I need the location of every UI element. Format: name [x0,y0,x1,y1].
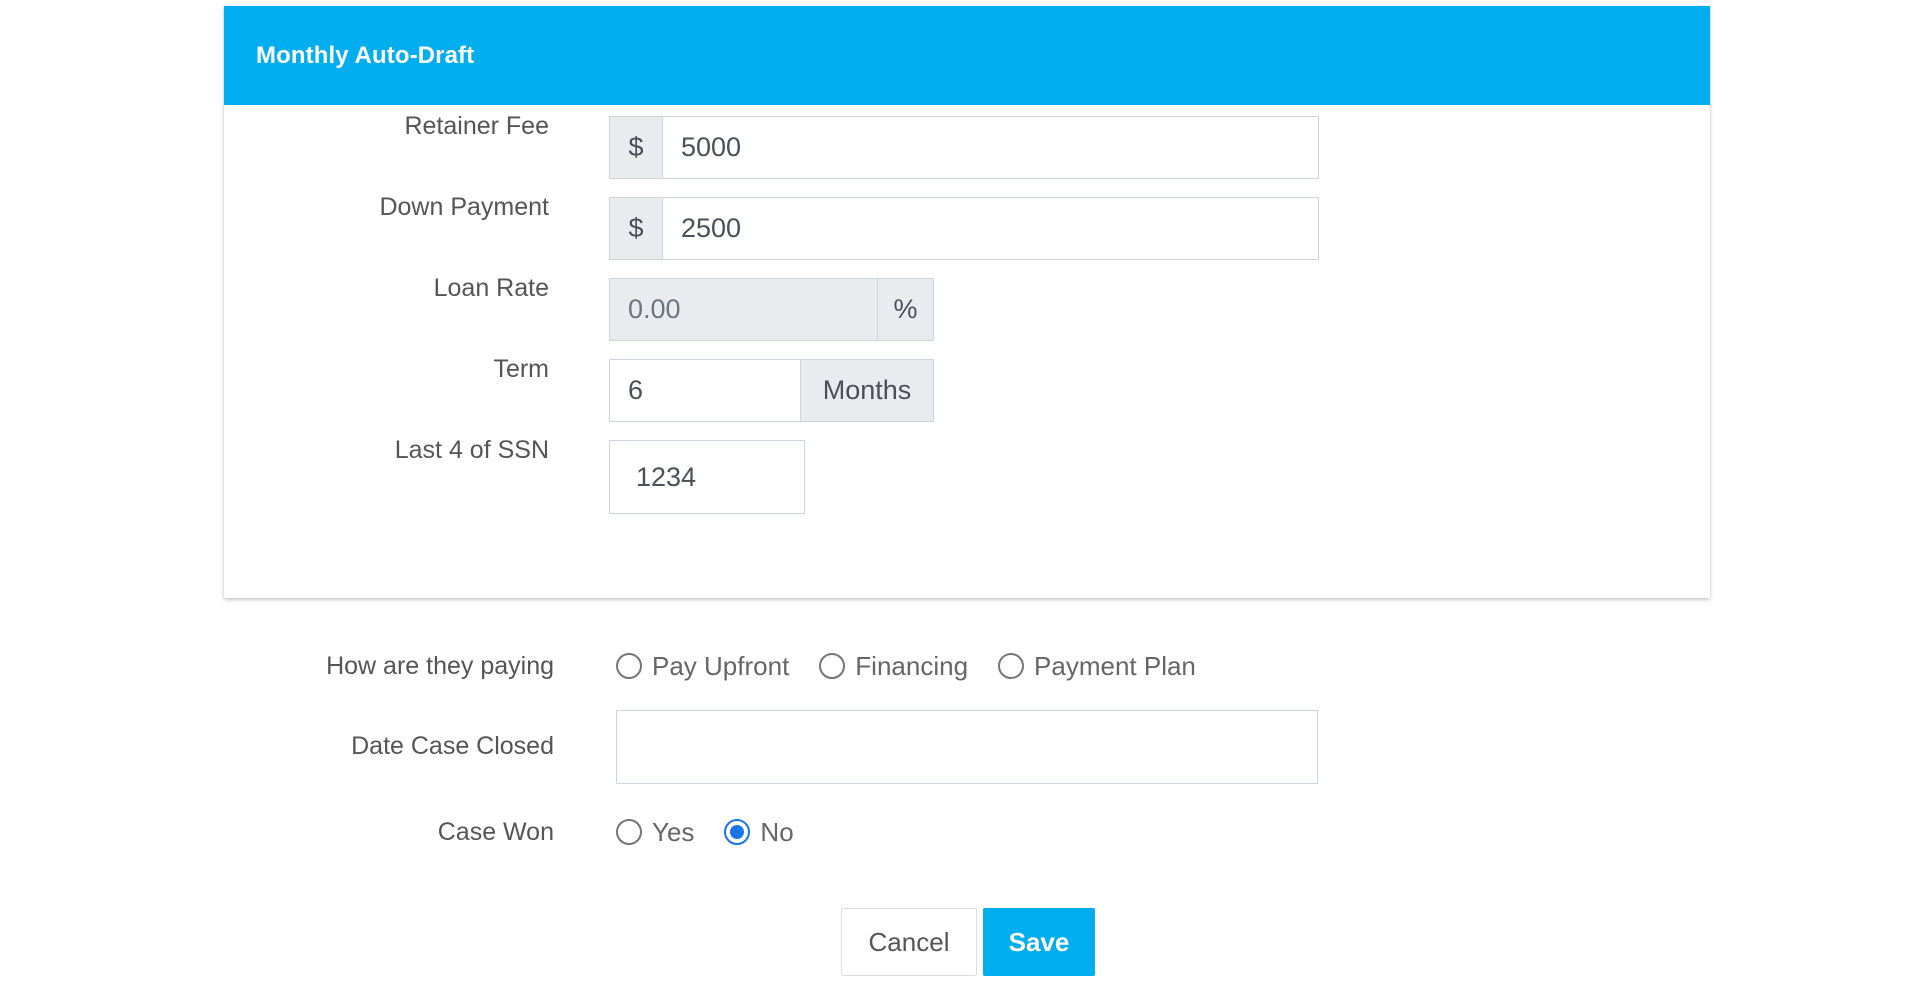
radio-label: Financing [855,650,969,681]
radio-label: No [760,816,794,847]
radio-circle[interactable] [819,653,846,679]
radio-circle[interactable] [998,653,1025,679]
loan-rate-input[interactable]: 0.00 [609,278,877,341]
page: Monthly Auto-Draft Retainer Fee $ 5000 D… [0,0,1911,997]
radio-no[interactable]: No [724,816,794,848]
retainer-fee-row: Retainer Fee [224,95,549,158]
radio-pay-upfront[interactable]: Pay Upfront [616,651,789,682]
loan-rate-label: Loan Rate [433,274,549,302]
retainer-fee-group: $ 5000 [609,116,1319,179]
card-header: Monthly Auto-Draft [224,6,1710,105]
case-won-row: Case Won [0,814,554,850]
currency-prefix: $ [609,197,662,260]
term-input[interactable]: 6 [609,359,800,422]
payment-method-label: How are they paying [326,652,554,680]
months-suffix: Months [800,359,934,422]
term-row: Term [224,338,549,401]
radio-label: Pay Upfront [652,650,790,681]
percent-suffix: % [877,278,934,341]
case-won-label: Case Won [437,818,554,846]
down-payment-input[interactable]: 2500 [662,197,1319,260]
down-payment-row: Down Payment [224,176,549,239]
retainer-fee-input[interactable]: 5000 [662,116,1319,179]
radio-dot [730,825,745,839]
ssn-input[interactable]: 1234 [609,440,805,514]
term-group: 6 Months [609,359,934,422]
down-payment-group: $ 2500 [609,197,1319,260]
ssn-label: Last 4 of SSN [394,436,549,464]
radio-label: Payment Plan [1034,650,1196,681]
card-title: Monthly Auto-Draft [256,41,475,69]
case-won-radios: Yes No [616,814,824,850]
cancel-button[interactable]: Cancel [841,908,977,976]
radio-financing[interactable]: Financing [819,651,968,682]
radio-label: Yes [652,816,695,847]
radio-yes[interactable]: Yes [616,817,694,848]
payment-method-radios: Pay Upfront Financing Payment Plan [616,648,1226,684]
loan-rate-row: Loan Rate [224,257,549,320]
date-closed-input[interactable] [616,710,1318,784]
radio-circle[interactable] [616,819,642,845]
retainer-fee-label: Retainer Fee [404,112,549,140]
loan-rate-group: 0.00 % [609,278,934,341]
radio-circle[interactable] [616,653,642,679]
payment-method-row: How are they paying [0,648,554,684]
radio-payment-plan[interactable]: Payment Plan [998,651,1196,682]
term-label: Term [493,355,549,383]
date-closed-label: Date Case Closed [351,732,554,760]
auto-draft-card: Monthly Auto-Draft Retainer Fee $ 5000 D… [224,6,1710,598]
ssn-row: Last 4 of SSN [224,419,549,482]
date-closed-row: Date Case Closed [0,728,554,764]
currency-prefix: $ [609,116,662,179]
radio-circle-checked[interactable] [724,819,751,845]
save-button[interactable]: Save [983,908,1095,976]
down-payment-label: Down Payment [379,193,549,221]
